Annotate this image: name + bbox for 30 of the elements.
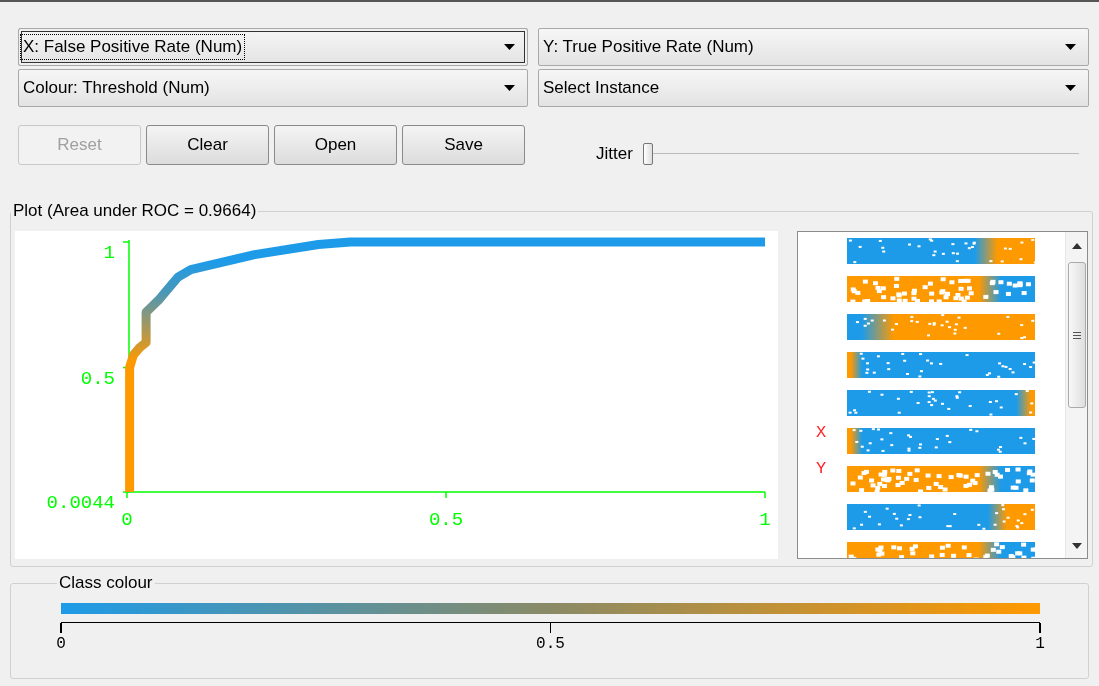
caret-icon [504, 85, 515, 91]
x-tick-label: 1 [759, 509, 771, 531]
colour-scale-label: 0 [56, 635, 66, 653]
caret-icon [1065, 44, 1076, 50]
class-colour-title: Class colour [58, 573, 154, 593]
x-tick-label: 0 [121, 509, 133, 531]
caret-icon [504, 44, 515, 50]
plot-title: Plot (Area under ROC = 0.9664) [12, 201, 258, 221]
colour-scale-label: 0.5 [536, 635, 565, 653]
dropdown[interactable]: Colour: Threshold (Num) [18, 69, 528, 107]
slider-thumb[interactable] [642, 143, 653, 165]
dropdown[interactable]: X: False Positive Rate (Num) [18, 28, 528, 66]
jitter-label: Jitter [596, 144, 633, 164]
y-tick-label: 0.5 [80, 367, 115, 390]
action-button[interactable]: Open [274, 125, 397, 165]
x-tick-label: 0.5 [428, 509, 464, 531]
x-marker: X [815, 423, 827, 443]
scroll-up-icon[interactable] [1070, 242, 1083, 250]
y-tick-label: 0.0044 [46, 492, 115, 514]
y-marker: Y [815, 459, 827, 479]
action-button[interactable]: Save [402, 125, 525, 165]
scrollbar-thumb[interactable] [1067, 262, 1086, 408]
dropdown[interactable]: Select Instance [538, 69, 1089, 107]
y-tick-label: 1 [103, 242, 115, 264]
caret-icon [1065, 85, 1076, 91]
action-button[interactable]: Clear [146, 125, 269, 165]
colour-scale-label: 1 [1035, 635, 1045, 653]
scrollbar[interactable] [1065, 232, 1087, 558]
dropdown[interactable]: Y: True Positive Rate (Num) [538, 28, 1089, 66]
scroll-down-icon[interactable] [1070, 542, 1083, 550]
